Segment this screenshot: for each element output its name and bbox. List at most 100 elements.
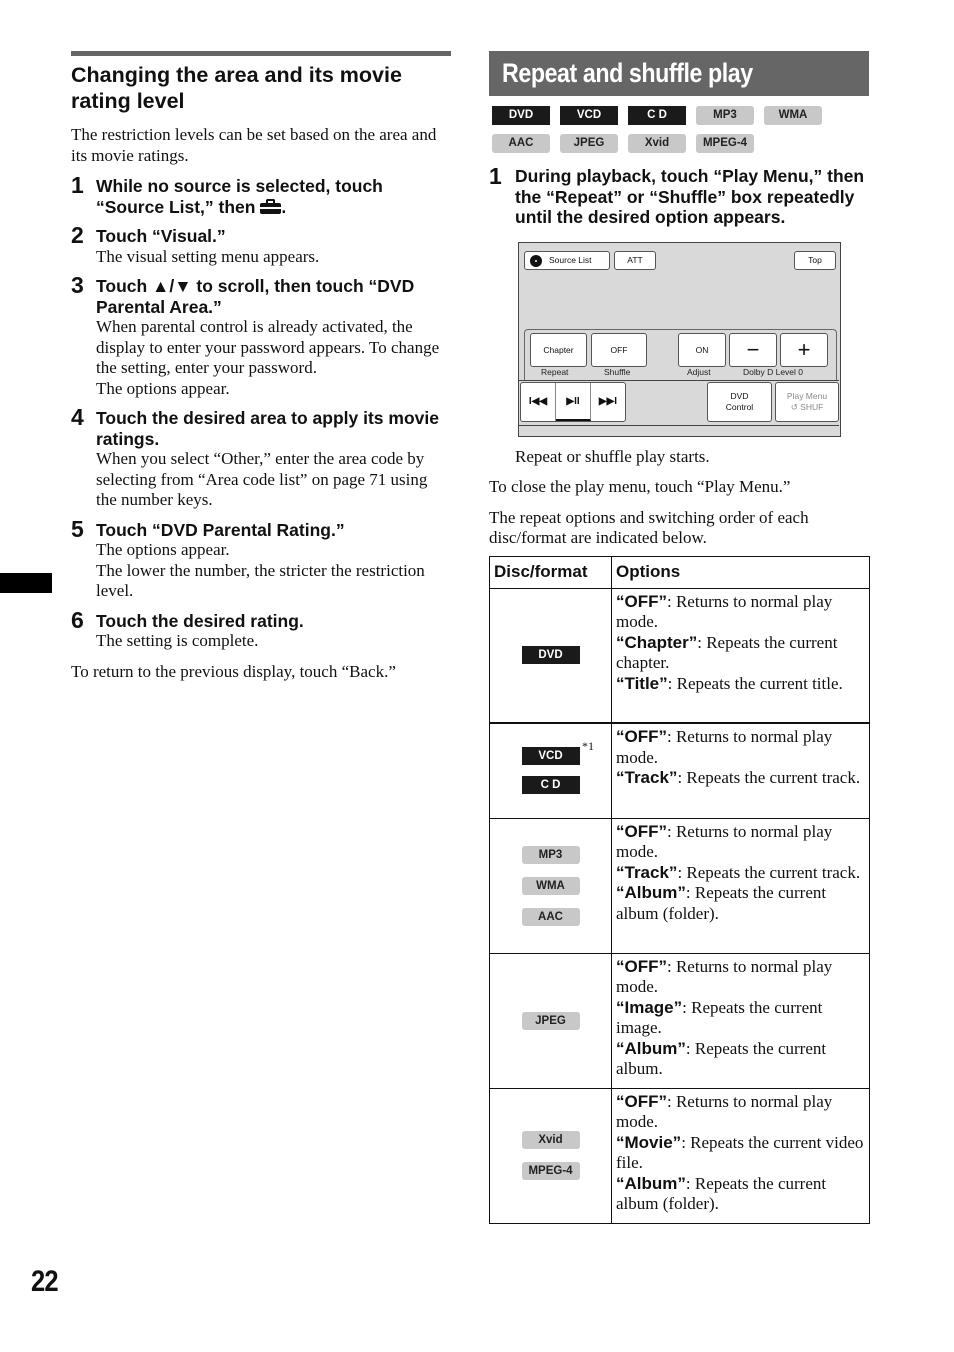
repeat-box[interactable]: Chapter (530, 332, 587, 367)
step-heading-end: . (281, 196, 287, 217)
step-heading-text: While no source is selected, touch “Sour… (96, 176, 383, 217)
table-header-row: Disc/format Options (489, 555, 870, 589)
source-list-label: Source List (549, 254, 592, 265)
play-menu-label: Play Menu (786, 390, 828, 401)
section-title-bar: Repeat and shuffle play (489, 51, 869, 96)
step-1: 1 While no source is selected, touch “So… (71, 172, 451, 217)
step-heading: Touch the desired rating. (96, 610, 304, 631)
step-body: The options appear. (96, 540, 230, 559)
result-text: Repeat or shuffle play starts. (515, 446, 710, 466)
att-button[interactable]: ATT (614, 250, 656, 270)
option-item: “Track”: Repeats the current track. (616, 768, 861, 787)
step-body: When parental control is already activat… (96, 317, 440, 377)
transport-controls: I◀◀ ▶II ▶▶I (520, 381, 626, 422)
dolby-level-label: Dolby D Level 0 (743, 366, 804, 377)
step-number: 3 (71, 272, 84, 298)
format-badge-mpeg4: MPEG-4 (696, 134, 754, 153)
format-badge-mpeg4: MPEG-4 (521, 1162, 580, 1180)
table-row: MP3 WMA AAC “OFF”: Returns to normal pla… (489, 817, 870, 954)
format-badge-dvd: DVD (521, 646, 580, 665)
previous-track-button[interactable]: I◀◀ (521, 382, 556, 421)
step-heading: While no source is selected, touch “Sour… (96, 176, 451, 217)
footnote-marker: *1 (582, 739, 594, 754)
format-badge-mp3: MP3 (521, 845, 580, 864)
toolbox-icon (260, 198, 282, 214)
options-cell: “OFF”: Returns to normal play mode. “Tra… (611, 722, 870, 819)
option-item: “OFF”: Returns to normal play mode. (616, 727, 833, 767)
step-body: The setting is complete. (96, 631, 259, 650)
format-badge-mp3: MP3 (696, 106, 754, 125)
format-badge-jpeg: JPEG (560, 134, 618, 153)
source-list-button[interactable]: Source List (524, 250, 610, 270)
play-menu-screen: Source List ATT Top Chapter OFF ON − + R… (518, 241, 841, 437)
options-cell: “OFF”: Returns to normal play mode. “Mov… (611, 1087, 870, 1224)
step-heading: Touch ▲/▼ to scroll, then touch “DVD Par… (96, 276, 415, 317)
table-row: Xvid MPEG-4 “OFF”: Returns to normal pla… (489, 1087, 870, 1224)
dvd-control-button[interactable]: DVD Control (707, 381, 772, 422)
step-heading: Touch “Visual.” (96, 226, 226, 246)
step-number: 6 (71, 606, 84, 633)
format-badge-dvd: DVD (492, 106, 550, 125)
section-title: Changing the area and its movie rating l… (71, 63, 402, 113)
step-body: The options appear. (96, 378, 230, 398)
options-cell: “OFF”: Returns to normal play mode. “Cha… (611, 587, 870, 724)
step-number: 1 (489, 163, 502, 189)
format-badge-aac: AAC (492, 134, 550, 153)
left-column: Changing the area and its movie rating l… (71, 51, 451, 682)
step-body: When you select “Other,” enter the area … (96, 449, 428, 509)
format-badge-xvid: Xvid (521, 1131, 580, 1149)
disc-icon (530, 254, 542, 267)
table-row: JPEG “OFF”: Returns to normal play mode.… (489, 952, 870, 1089)
step-body: The lower the number, the stricter the r… (96, 560, 425, 601)
step-5: 5 Touch “DVD Parental Rating.” The optio… (71, 516, 451, 602)
option-item: “Movie”: Repeats the current video file. (616, 1132, 864, 1173)
format-badge-wma: WMA (764, 106, 822, 125)
repeat-label: Repeat (541, 366, 569, 377)
step-number: 4 (71, 404, 84, 430)
shuffle-indicator: ↺ SHUF (790, 401, 824, 412)
table-intro: The repeat options and switching order o… (489, 507, 809, 548)
format-badges-row-2: AAC JPEG Xvid MPEG-4 (489, 134, 869, 154)
next-track-button[interactable]: ▶▶I (591, 383, 625, 421)
option-item: “Chapter”: Repeats the current chapter. (616, 632, 838, 673)
play-menu-button[interactable]: Play Menu ↺ SHUF (775, 381, 839, 422)
section-title: Repeat and shuffle play (502, 58, 753, 88)
adjust-box[interactable]: ON (678, 332, 726, 367)
step-body: The visual setting menu appears. (96, 246, 320, 266)
options-cell: “OFF”: Returns to normal play mode. “Tra… (611, 817, 870, 954)
page-number: 22 (31, 1265, 59, 1298)
step-2: 2 Touch “Visual.” The visual setting men… (71, 222, 451, 267)
play-pause-button[interactable]: ▶II (556, 382, 591, 421)
step-heading: Touch the desired area to apply its movi… (96, 408, 439, 449)
format-badges-row-1: DVD VCD C D MP3 WMA (489, 106, 869, 126)
column-header-options: Options (611, 555, 870, 589)
disc-format-cell: MP3 WMA AAC (489, 817, 612, 954)
step-heading: Touch “DVD Parental Rating.” (96, 519, 345, 540)
step-3: 3 Touch ▲/▼ to scroll, then touch “DVD P… (71, 272, 451, 399)
option-item: “OFF”: Returns to normal play mode. (616, 956, 833, 997)
format-badge-jpeg: JPEG (521, 1011, 580, 1030)
option-item: “Album”: Repeats the current album (fold… (616, 883, 827, 923)
shuffle-box[interactable]: OFF (591, 332, 647, 367)
step-number: 5 (71, 515, 84, 542)
disc-format-cell: VCD *1 C D (489, 722, 612, 819)
format-badge-aac: AAC (521, 907, 580, 926)
level-plus-button[interactable]: + (780, 332, 828, 367)
format-badge-xvid: Xvid (628, 134, 686, 153)
option-item: “OFF”: Returns to normal play mode. (616, 1091, 833, 1132)
shuffle-label: Shuffle (604, 366, 631, 377)
top-button[interactable]: Top (794, 250, 836, 270)
format-badge-wma: WMA (521, 876, 580, 895)
disc-format-cell: DVD (489, 587, 612, 724)
level-minus-button[interactable]: − (729, 332, 777, 367)
step-number: 2 (71, 222, 84, 248)
option-item: “Image”: Repeats the current image. (616, 997, 823, 1038)
intro-text: The restriction levels can be set based … (71, 125, 437, 165)
option-item: “OFF”: Returns to normal play mode. (616, 821, 833, 862)
format-badge-vcd: VCD (560, 106, 618, 125)
step-4: 4 Touch the desired area to apply its mo… (71, 404, 451, 511)
option-item: “Album”: Repeats the current album. (616, 1038, 827, 1079)
step-6: 6 Touch the desired rating. The setting … (71, 607, 451, 652)
divider (519, 424, 839, 426)
chapter-side-tab (0, 573, 52, 593)
